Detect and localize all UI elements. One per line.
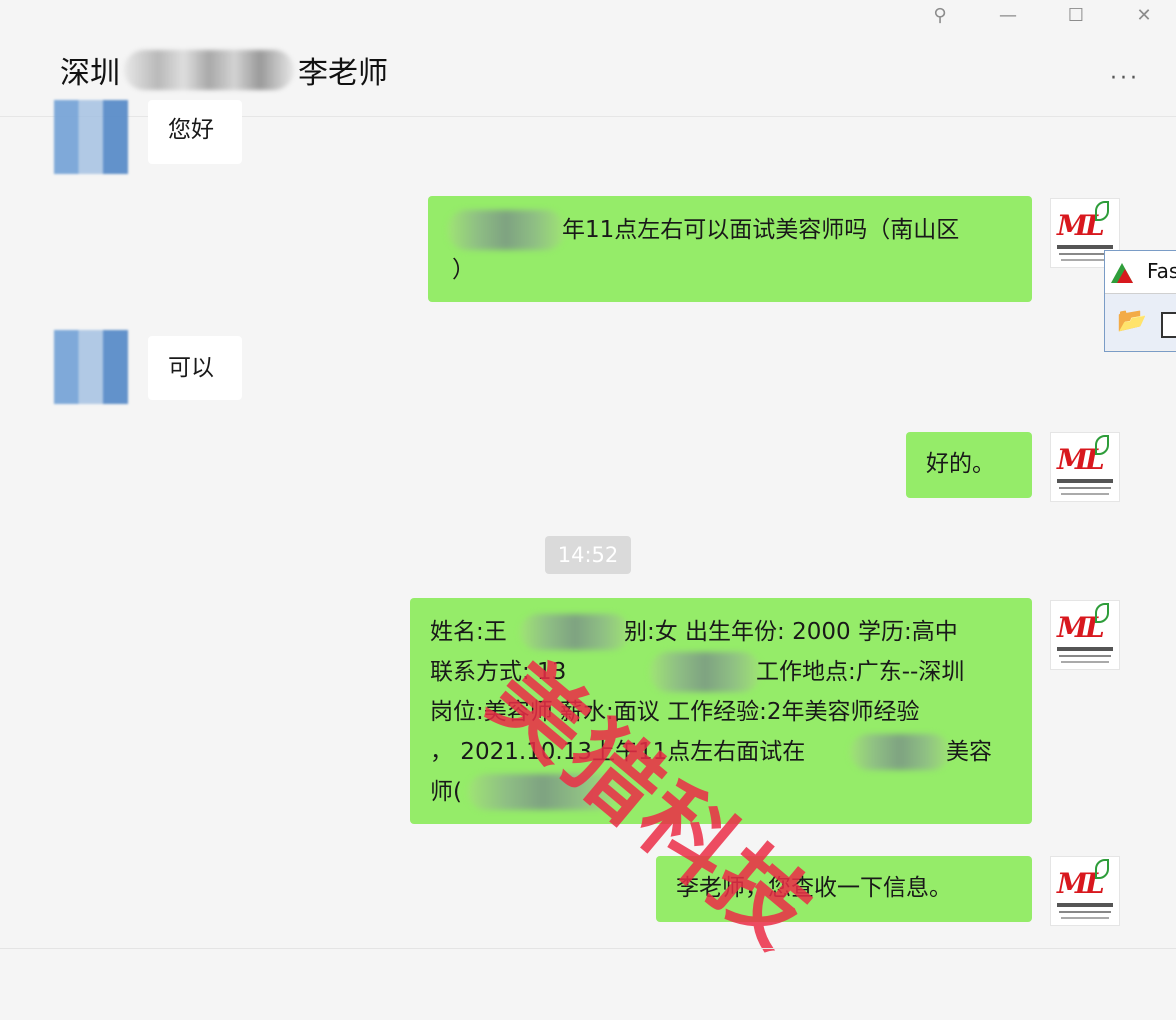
redacted-name — [124, 50, 294, 90]
logo-caption-line — [1061, 661, 1109, 663]
message-text-line2: ） — [452, 257, 475, 283]
chat-title: 深圳 李老师 — [60, 46, 388, 94]
message-bubble-incoming[interactable]: 可以 — [148, 336, 242, 400]
leaf-icon — [1095, 435, 1109, 455]
chat-title-prefix: 深圳 — [60, 56, 120, 91]
message-text-line: 美容 — [946, 739, 992, 765]
floating-window-titlebar[interactable]: Fas — [1105, 251, 1176, 294]
redacted-text — [850, 734, 950, 770]
message-text-line: 师( — [430, 779, 462, 805]
floating-window-toolbar: 📂 — [1105, 294, 1176, 350]
logo-caption-line — [1061, 917, 1109, 919]
logo-caption — [1057, 479, 1113, 483]
logo-caption-line — [1059, 655, 1111, 657]
redacted-text — [448, 210, 564, 250]
message-text: 可以 — [168, 355, 214, 381]
message-bubble-incoming[interactable]: 您好 — [148, 100, 242, 164]
message-text: 您好 — [168, 117, 214, 143]
new-file-icon[interactable] — [1161, 312, 1176, 338]
maximize-button[interactable]: ☐ — [1064, 4, 1088, 28]
message-text-line: 姓名:王 — [430, 619, 507, 645]
leaf-icon — [1095, 603, 1109, 623]
close-button[interactable]: ✕ — [1132, 4, 1156, 28]
message-bubble-outgoing[interactable]: 好的。 — [906, 432, 1032, 498]
timestamp: 14:52 — [545, 536, 631, 574]
message-text-line: 别:女 出生年份: 2000 学历:高中 — [624, 619, 958, 645]
logo-caption-line — [1061, 493, 1109, 495]
message-text-line: 工作地点:广东--深圳 — [756, 659, 965, 685]
logo-caption-line — [1061, 259, 1109, 261]
message-text: 好的。 — [926, 451, 995, 477]
redacted-text — [650, 652, 760, 692]
message-bubble-outgoing[interactable]: 年11点左右可以面试美容师吗（南山区 ） — [428, 196, 1032, 302]
message-text-line1: 年11点左右可以面试美容师吗（南山区 — [562, 217, 960, 243]
floating-window-title: Fas — [1147, 259, 1176, 283]
user-avatar[interactable]: ML — [1050, 432, 1120, 502]
minimize-button[interactable]: — — [996, 4, 1020, 28]
user-avatar[interactable]: ML — [1050, 600, 1120, 670]
logo-caption — [1057, 245, 1113, 249]
user-avatar[interactable]: ML — [1050, 856, 1120, 926]
contact-avatar[interactable] — [54, 330, 128, 404]
open-folder-icon[interactable]: 📂 — [1117, 306, 1147, 334]
logo-caption-line — [1059, 487, 1111, 489]
divider — [0, 948, 1176, 949]
floating-app-window[interactable]: Fas 📂 — [1104, 250, 1176, 352]
leaf-icon — [1095, 859, 1109, 879]
contact-avatar[interactable] — [54, 100, 128, 174]
chat-title-suffix: 李老师 — [298, 56, 388, 91]
logo-caption — [1057, 647, 1113, 651]
pin-icon[interactable]: ⚲ — [928, 4, 952, 28]
logo-caption — [1057, 903, 1113, 907]
app-logo-icon-inner — [1117, 269, 1133, 283]
more-options-button[interactable]: ··· — [1110, 66, 1140, 91]
leaf-icon — [1095, 201, 1109, 221]
logo-caption-line — [1059, 911, 1111, 913]
